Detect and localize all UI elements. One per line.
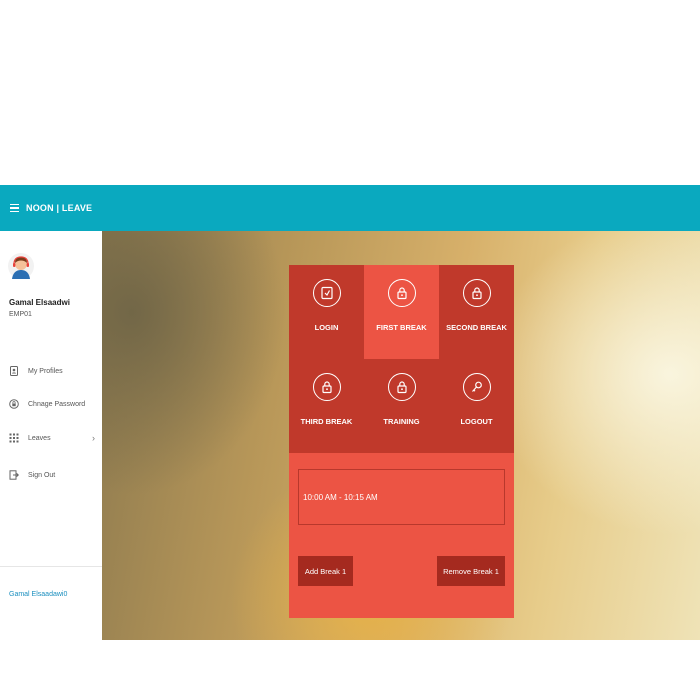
tile-label: LOGIN xyxy=(314,323,339,332)
tile-login[interactable]: LOGIN xyxy=(289,265,364,359)
tile-label: LOGOUT xyxy=(460,417,493,426)
sidebar-divider xyxy=(0,566,102,567)
hamburger-icon[interactable] xyxy=(10,203,19,213)
user-name: Gamal Elsaadwi xyxy=(9,298,70,307)
sidebar: Gamal Elsaadwi EMP01 My Profiles Chnage … xyxy=(0,231,103,640)
tile-label: SECOND BREAK xyxy=(446,323,507,332)
app-brand: NOON | LEAVE xyxy=(26,203,93,213)
nav-item-my-profiles[interactable]: My Profiles xyxy=(9,364,95,378)
chevron-right-icon: › xyxy=(92,433,95,443)
nav-label: Chnage Password xyxy=(28,400,86,408)
top-bar: NOON | LEAVE xyxy=(0,185,700,231)
break-time-field[interactable]: 10:00 AM - 10:15 AM xyxy=(298,469,505,525)
add-break-button[interactable]: Add Break 1 xyxy=(298,556,353,586)
tile-label: THIRD BREAK xyxy=(300,417,353,426)
tile-label: FIRST BREAK xyxy=(376,323,427,332)
nav-item-sign-out[interactable]: Sign Out xyxy=(9,468,95,482)
remove-break-button[interactable]: Remove Break 1 xyxy=(437,556,505,586)
sign-out-icon xyxy=(9,470,19,480)
id-card-icon xyxy=(9,366,19,376)
nav-item-leaves[interactable]: Leaves › xyxy=(9,431,95,445)
tile-label: TRAINING xyxy=(383,417,420,426)
grid-icon xyxy=(9,433,19,443)
avatar xyxy=(8,253,34,279)
tile-second-break[interactable]: SECOND BREAK xyxy=(439,265,514,359)
key-icon xyxy=(462,373,491,401)
lock-circle-icon xyxy=(9,399,19,409)
break-panel: LOGIN FIRST BREAK SECOND BREAK THIRD BRE… xyxy=(289,265,514,618)
login-card-icon xyxy=(312,279,341,307)
lock-icon xyxy=(387,279,416,307)
tile-third-break[interactable]: THIRD BREAK xyxy=(289,359,364,453)
tile-logout[interactable]: LOGOUT xyxy=(439,359,514,453)
lock-icon xyxy=(387,373,416,401)
break-tiles: LOGIN FIRST BREAK SECOND BREAK THIRD BRE… xyxy=(289,265,514,453)
footer-user-link[interactable]: Gamal Elsaadawi0 xyxy=(9,591,67,598)
nav-label: Leaves xyxy=(28,434,51,442)
lock-icon xyxy=(462,279,491,307)
nav-label: Sign Out xyxy=(28,471,56,479)
nav-item-change-password[interactable]: Chnage Password xyxy=(9,397,95,411)
user-id: EMP01 xyxy=(9,311,32,318)
nav-label: My Profiles xyxy=(28,367,63,375)
lock-icon xyxy=(312,373,341,401)
tile-training[interactable]: TRAINING xyxy=(364,359,439,453)
tile-first-break[interactable]: FIRST BREAK xyxy=(364,265,439,359)
